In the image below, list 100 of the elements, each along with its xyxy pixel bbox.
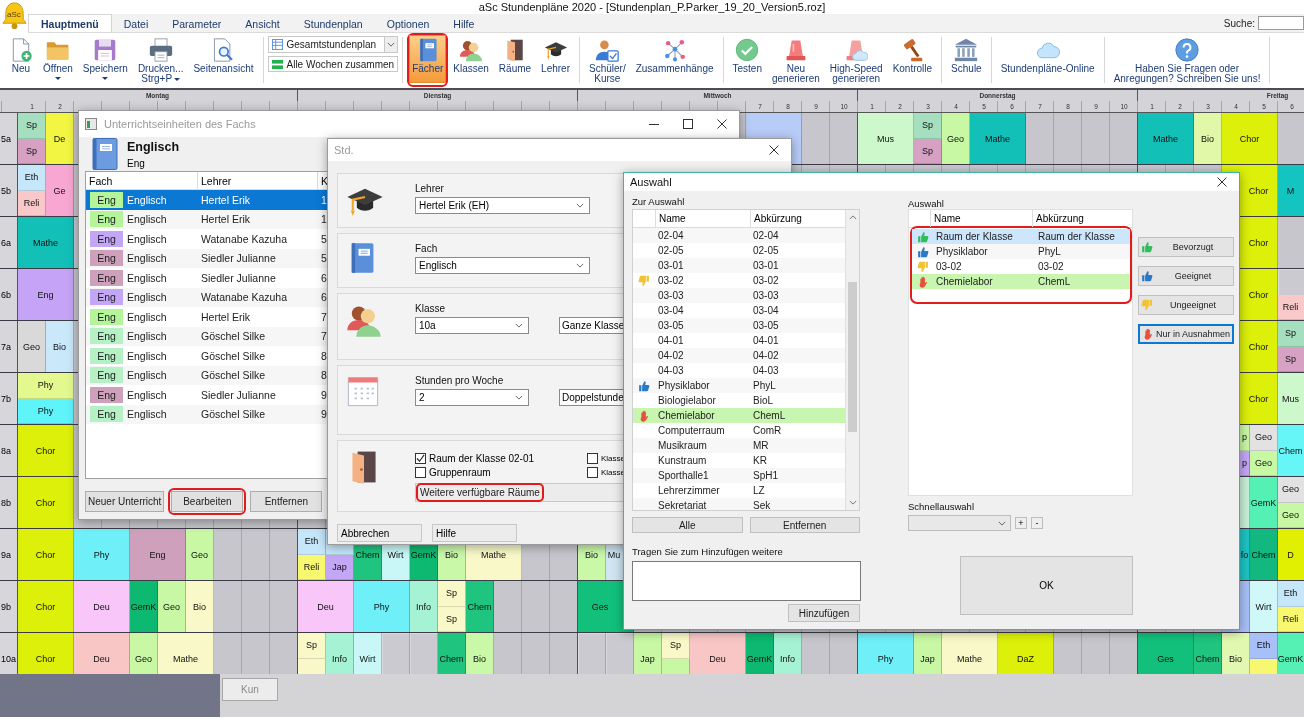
room-abbreviation: Sek [753,500,771,510]
subject-tag: Eng [90,347,123,364]
subject-cell: Englisch [127,349,167,362]
room-abbreviation: 04-03 [753,365,779,376]
subject-tag: Eng [90,230,123,247]
room-abbreviation: Raum der Klasse [1038,231,1115,242]
room-name: 03-02 [936,261,962,272]
room-abbreviation: 03-04 [753,305,779,316]
teacher-cell: Hertel Erik [201,213,250,226]
subject-cell: Englisch [127,310,167,323]
room-name: 03-03 [658,290,684,301]
subject-tag: Eng [90,328,123,345]
subject-cell: Englisch [127,408,167,421]
list-label: Auswahl [908,198,944,209]
table-cell: 8 [321,349,327,362]
subject-cell: Englisch [127,213,167,226]
window-title: aSc Stundenpläne 2020 - [Stundenplan_P.Parker_19_20_Version5.roz] [478,1,826,13]
room-name: 04-03 [658,365,684,376]
room-name: 02-05 [658,245,684,256]
field-label: Fach [415,243,438,254]
room-abbreviation: 02-05 [753,245,779,256]
subject-cell: Englisch [127,193,167,206]
table-cell: 9 [321,388,327,401]
room-name: 04-01 [658,335,684,346]
subject-tag: Eng [90,367,123,384]
subject-cell: Englisch [127,232,167,245]
subject-cell: Englisch [127,291,167,304]
table-cell: 1 [321,213,327,226]
window-title: Auswahl [630,176,672,188]
list-label: Zur Auswahl [632,195,685,209]
room-name: Musikraum [658,440,707,451]
room-abbreviation: 03-02 [753,275,779,286]
teacher-cell: Hertel Erik [201,193,250,206]
room-abbreviation: 04-02 [753,350,779,361]
field-label: Schnellauswahl [908,500,974,514]
subject-abbreviation: Eng [127,157,145,169]
room-name: 02-04 [658,230,684,241]
table-cell: 6 [321,271,327,284]
table-cell: 1 [321,193,327,206]
room-abbreviation: BioL [753,395,773,406]
room-abbreviation: 03-02 [1038,261,1064,272]
teacher-cell: Göschel Silke [201,330,266,343]
field-label: Klasse [415,303,445,314]
room-name: 03-02 [658,275,684,286]
room-name: Chemielabor [936,276,993,287]
room-abbreviation: 02-04 [753,230,779,241]
room-name: Raum der Klasse [936,231,1013,242]
room-name: 03-01 [658,260,684,271]
table-cell: 8 [321,369,327,382]
table-cell: 7 [321,330,327,343]
subject-cell: Englisch [127,369,167,382]
subject-tag: Eng [90,289,123,306]
table-cell: 7 [321,310,327,323]
table-cell: 5 [321,252,327,265]
room-name: Biologielabor [658,395,716,406]
subject-tag: Eng [90,269,123,286]
teacher-cell: Göschel Silke [201,369,266,382]
room-name: Sporthalle1 [658,470,709,481]
subject-tag: Eng [90,191,123,208]
room-name: 03-05 [658,320,684,331]
teacher-cell: Göschel Silke [201,349,266,362]
room-abbreviation: ComR [753,425,782,436]
room-name: 03-04 [658,305,684,316]
room-abbreviation: 03-03 [753,290,779,301]
table-cell: 5 [321,232,327,245]
room-abbreviation: MR [753,440,769,451]
room-abbreviation: 03-01 [753,260,779,271]
subject-tag: Eng [90,250,123,267]
subject-cell: Englisch [127,252,167,265]
room-name: Sekretariat [658,500,707,510]
teacher-cell: Göschel Silke [201,408,266,421]
room-name: 04-02 [658,350,684,361]
room-abbreviation: 03-05 [753,320,779,331]
room-name: Kunstraum [658,455,707,466]
subject-tag: Eng [90,386,123,403]
subject-cell: Englisch [127,388,167,401]
teacher-cell: Siedler Julianne [201,388,276,401]
room-name: Physiklabor [936,246,988,257]
table-cell: 6 [321,291,327,304]
room-abbreviation: LZ [753,485,765,496]
teacher-cell: Watanabe Kazuha [201,232,287,245]
field-label: Stunden pro Woche [415,375,504,386]
room-abbreviation: ChemL [753,410,786,421]
field-label: Lehrer [415,183,444,194]
room-abbreviation: SpH1 [753,470,778,481]
subject-cell: Englisch [127,271,167,284]
room-name: Physiklabor [658,380,710,391]
field-label: Tragen Sie zum Hinzufügen weitere [632,545,783,559]
teacher-cell: Siedler Julianne [201,252,276,265]
subject-tag: Eng [90,211,123,228]
room-abbreviation: PhyL [753,380,776,391]
subject-cell: Englisch [127,330,167,343]
room-abbreviation: KR [753,455,767,466]
teacher-cell: Watanabe Kazuha [201,291,287,304]
teacher-cell: Siedler Julianne [201,271,276,284]
room-abbreviation: ChemL [1038,276,1071,287]
room-name: Computerraum [658,425,725,436]
teacher-cell: Hertel Erik [201,310,250,323]
subject-tag: Eng [90,308,123,325]
window-title: Std. [334,144,354,156]
